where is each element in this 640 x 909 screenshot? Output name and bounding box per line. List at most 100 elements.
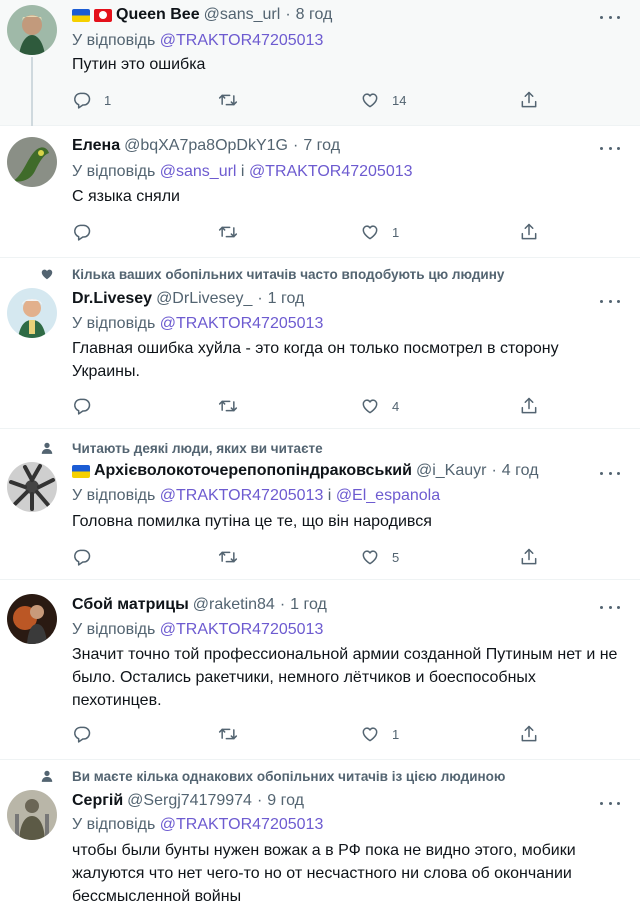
user-handle[interactable]: @bqXA7pa8OpDkY1G xyxy=(124,137,288,155)
user-handle[interactable]: @raketin84 xyxy=(193,596,275,614)
heart-context-icon xyxy=(40,267,54,281)
reply-count: 1 xyxy=(104,92,112,108)
avatar[interactable] xyxy=(7,462,57,512)
reply-icon xyxy=(72,222,92,242)
tweet-header: Архієволокоточерепопопіндраковський @i_K… xyxy=(72,462,539,480)
more-options-icon[interactable] xyxy=(600,294,620,308)
heart-icon xyxy=(360,547,380,567)
tweet-header: Сбой матрицы @raketin84 · 1 год xyxy=(72,596,327,614)
reply-button[interactable] xyxy=(72,222,104,242)
share-button[interactable] xyxy=(519,90,539,110)
retweet-button[interactable] xyxy=(218,222,250,242)
display-name[interactable]: Dr.Livesey xyxy=(72,290,152,308)
like-button[interactable]: 1 xyxy=(360,724,399,744)
heart-icon xyxy=(360,90,380,110)
heart-icon xyxy=(360,724,380,744)
retweet-button[interactable] xyxy=(218,90,250,110)
more-options-icon[interactable] xyxy=(600,796,620,810)
separator-dot: · xyxy=(491,462,497,479)
retweet-button[interactable] xyxy=(218,724,250,744)
timestamp[interactable]: 8 год xyxy=(296,6,333,24)
avatar[interactable] xyxy=(7,5,57,55)
reply-to-line: У відповідь @TRAKTOR47205013 xyxy=(72,816,323,834)
mention-link[interactable]: @TRAKTOR47205013 xyxy=(160,621,324,638)
reply-prefix: У відповідь xyxy=(72,487,156,504)
timestamp[interactable]: 9 год xyxy=(267,792,304,810)
reply-to-line: У відповідь @TRAKTOR47205013 xyxy=(72,32,323,50)
display-name[interactable]: Сергій xyxy=(72,792,123,810)
user-handle[interactable]: @DrLivesey_ xyxy=(156,290,252,308)
mention-link[interactable]: @TRAKTOR47205013 xyxy=(160,315,324,332)
like-count: 1 xyxy=(392,224,400,240)
share-button[interactable] xyxy=(519,222,539,242)
tweet[interactable]: Сбой матрицы @raketin84 · 1 год У відпов… xyxy=(0,580,640,760)
reply-to-line: У відповідь @sans_url і @TRAKTOR47205013 xyxy=(72,163,413,181)
more-options-icon[interactable] xyxy=(600,466,620,480)
mention-link[interactable]: @TRAKTOR47205013 xyxy=(249,163,413,180)
like-button[interactable]: 4 xyxy=(360,396,399,416)
avatar[interactable] xyxy=(7,790,57,840)
share-icon xyxy=(519,547,539,567)
display-name[interactable]: Елена xyxy=(72,137,120,155)
reply-button[interactable] xyxy=(72,547,104,567)
separator-dot: · xyxy=(256,792,263,809)
share-icon xyxy=(519,724,539,744)
mention-link[interactable]: @El_espanola xyxy=(336,487,440,504)
retweet-icon xyxy=(218,90,238,110)
timestamp[interactable]: 1 год xyxy=(268,290,305,308)
mention-joiner: і xyxy=(327,487,332,504)
social-context: Читають деякі люди, яких ви читаєте xyxy=(72,441,323,456)
retweet-icon xyxy=(218,222,238,242)
reply-button[interactable] xyxy=(72,396,104,416)
person-context-icon xyxy=(40,769,54,783)
mention-link[interactable]: @TRAKTOR47205013 xyxy=(160,32,324,49)
tweet[interactable]: Ви маєте кілька однакових обопільних чит… xyxy=(0,760,640,909)
more-options-icon[interactable] xyxy=(600,10,620,24)
tweet-text: чтобы были бунты нужен вожак а в РФ пока… xyxy=(72,842,576,905)
mention-link[interactable]: @sans_url xyxy=(160,163,237,180)
tweet[interactable]: Кілька ваших обопільних читачів часто вп… xyxy=(0,258,640,429)
reply-to-line: У відповідь @TRAKTOR47205013 xyxy=(72,315,323,333)
like-count: 1 xyxy=(392,726,400,742)
tweet-text: Главная ошибка хуйла - это когда он толь… xyxy=(72,340,559,380)
more-options-icon[interactable] xyxy=(600,600,620,614)
share-button[interactable] xyxy=(519,396,539,416)
user-handle[interactable]: @i_Kauyr xyxy=(416,462,487,480)
separator-dot: · xyxy=(279,596,286,613)
like-count: 4 xyxy=(392,398,400,414)
more-options-icon[interactable] xyxy=(600,141,620,155)
like-button[interactable]: 5 xyxy=(360,547,399,567)
ukraine-flag-icon xyxy=(72,8,90,22)
retweet-button[interactable] xyxy=(218,547,250,567)
timestamp[interactable]: 4 год xyxy=(502,462,539,480)
display-name[interactable]: Архієволокоточерепопопіндраковський xyxy=(94,462,412,480)
share-button[interactable] xyxy=(519,547,539,567)
share-icon xyxy=(519,396,539,416)
timestamp[interactable]: 7 год xyxy=(303,137,340,155)
reply-prefix: У відповідь xyxy=(72,816,156,833)
reply-prefix: У відповідь xyxy=(72,163,156,180)
tweet[interactable]: Queen Bee @sans_url · 8 год У відповідь … xyxy=(0,0,640,126)
action-bar: 1 xyxy=(72,724,542,744)
like-button[interactable]: 14 xyxy=(360,90,406,110)
tweet[interactable]: Елена @bqXA7pa8OpDkY1G · 7 год У відпові… xyxy=(0,126,640,258)
reply-prefix: У відповідь xyxy=(72,32,156,49)
display-name[interactable]: Сбой матрицы xyxy=(72,596,189,614)
avatar[interactable] xyxy=(7,137,57,187)
display-name[interactable]: Queen Bee xyxy=(116,6,200,24)
timestamp[interactable]: 1 год xyxy=(290,596,327,614)
reply-button[interactable]: 1 xyxy=(72,90,111,110)
user-handle[interactable]: @Sergj74179974 xyxy=(127,792,252,810)
user-handle[interactable]: @sans_url xyxy=(204,6,281,24)
retweet-icon xyxy=(218,724,238,744)
mention-link[interactable]: @TRAKTOR47205013 xyxy=(160,816,324,833)
avatar[interactable] xyxy=(7,594,57,644)
tweet[interactable]: Читають деякі люди, яких ви читаєте Архі… xyxy=(0,429,640,580)
share-button[interactable] xyxy=(519,724,539,744)
avatar[interactable] xyxy=(7,288,57,338)
mention-link[interactable]: @TRAKTOR47205013 xyxy=(160,487,324,504)
reply-button[interactable] xyxy=(72,724,104,744)
like-button[interactable]: 1 xyxy=(360,222,399,242)
mention-joiner: і xyxy=(240,163,245,180)
retweet-button[interactable] xyxy=(218,396,250,416)
